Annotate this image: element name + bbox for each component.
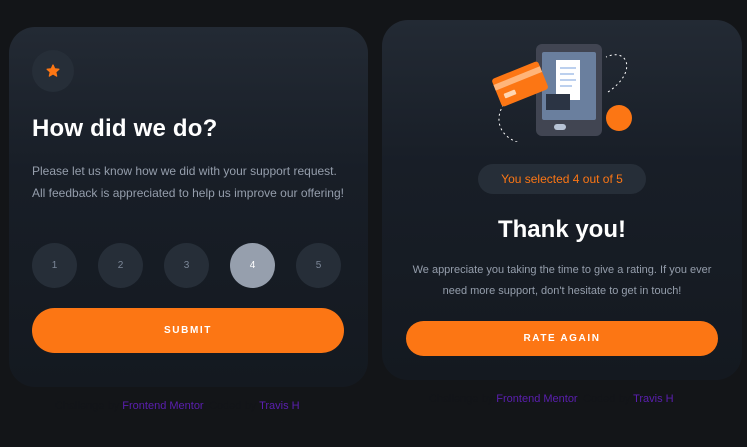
frontend-mentor-link[interactable]: Frontend Mentor — [122, 400, 203, 412]
rating-card: How did we do? Please let us know how we… — [9, 27, 368, 387]
star-icon-container — [32, 50, 74, 92]
payment-phone-illustration — [492, 44, 632, 142]
rating-button-4[interactable]: 4 — [230, 243, 275, 288]
rating-description: Please let us know how we did with your … — [32, 164, 344, 200]
thank-you-card: You selected 4 out of 5 Thank you! We ap… — [382, 20, 742, 380]
thank-you-description: We appreciate you taking the time to giv… — [412, 264, 712, 297]
thank-you-title: Thank you! — [497, 216, 626, 243]
selected-rating-badge: You selected 4 out of 5 — [478, 164, 646, 194]
attribution-challenge-prefix: Challenge by — [429, 393, 497, 405]
rating-buttons: 1 2 3 4 5 — [32, 243, 341, 288]
attribution-challenge-prefix: Challenge by — [55, 400, 123, 412]
submit-button[interactable]: SUBMIT — [32, 308, 344, 353]
rating-button-3[interactable]: 3 — [164, 243, 209, 288]
rating-button-5[interactable]: 5 — [296, 243, 341, 288]
coder-link[interactable]: Travis H — [259, 400, 300, 412]
coder-link[interactable]: Travis H — [633, 393, 674, 405]
rate-again-button[interactable]: RATE AGAIN — [406, 321, 718, 356]
rating-button-2[interactable]: 2 — [98, 243, 143, 288]
rating-button-1[interactable]: 1 — [32, 243, 77, 288]
attribution-right: Challenge by Frontend Mentor. Coded by T… — [429, 393, 674, 405]
frontend-mentor-link[interactable]: Frontend Mentor — [496, 393, 577, 405]
rating-title: How did we do? — [32, 115, 218, 142]
attribution-coded-prefix: . Coded by — [203, 400, 260, 412]
attribution-coded-prefix: . Coded by — [577, 393, 634, 405]
attribution-left: Challenge by Frontend Mentor. Coded by T… — [55, 400, 300, 412]
star-icon — [46, 64, 60, 77]
